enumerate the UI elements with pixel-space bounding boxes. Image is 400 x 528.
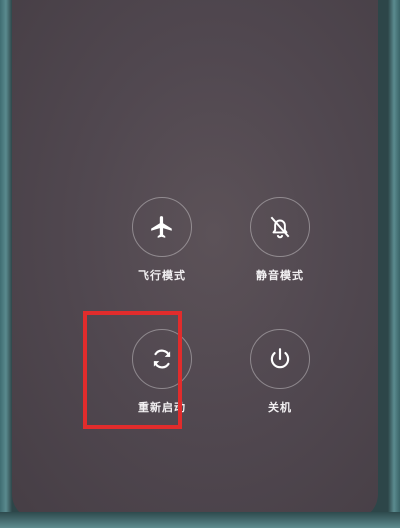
- phone-bottom-edge: [0, 512, 400, 528]
- silent-mode-label: 静音模式: [256, 269, 304, 282]
- restart-highlight-box: [83, 311, 182, 429]
- silent-mode-button[interactable]: 静音模式: [222, 197, 342, 307]
- airplane-mode-label: 飞行模式: [138, 269, 186, 282]
- airplane-mode-circle[interactable]: [132, 197, 192, 257]
- power-off-label: 关机: [268, 401, 292, 414]
- airplane-mode-button[interactable]: 飞行模式: [104, 197, 224, 307]
- power-icon: [270, 348, 290, 369]
- airplane-icon: [151, 216, 172, 238]
- power-off-circle[interactable]: [250, 329, 310, 389]
- power-menu-screen: 飞行模式 静音模式 重新启动 关机: [12, 0, 378, 520]
- power-off-button[interactable]: 关机: [222, 329, 342, 439]
- bell-off-icon: [270, 216, 290, 239]
- silent-mode-circle[interactable]: [250, 197, 310, 257]
